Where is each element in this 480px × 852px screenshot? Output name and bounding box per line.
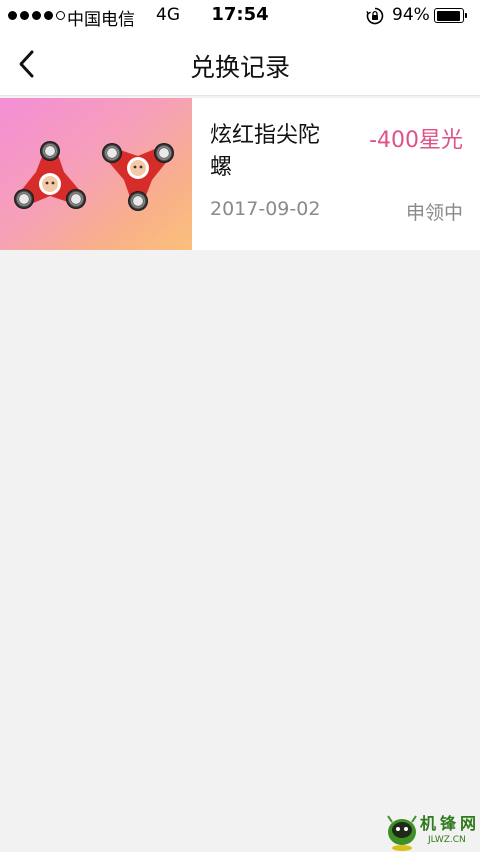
- battery-icon: [434, 8, 468, 23]
- exchange-record-item[interactable]: 炫红指尖陀螺 -400星光 2017-09-02 申领中: [0, 98, 480, 250]
- nav-bar: 兑换记录: [0, 32, 480, 96]
- status-label: 申领中: [405, 202, 463, 224]
- fidget-spinner-image: [0, 98, 192, 250]
- status-bar: 中国电信 4G 17:54 94%: [0, 0, 480, 32]
- watermark-domain: JLWZ.CN: [428, 835, 466, 845]
- points-cost: -400星光: [369, 128, 463, 153]
- rotation-lock-icon: [366, 7, 384, 25]
- battery-percent: 94%: [392, 5, 430, 25]
- android-mascot-icon: [387, 815, 417, 851]
- exchange-date: 2017-09-02: [210, 198, 321, 220]
- page-title: 兑换记录: [189, 53, 290, 82]
- item-name: 炫红指尖陀螺: [210, 123, 321, 180]
- watermark-logo: 机锋网 JLWZ.CN: [384, 808, 480, 852]
- watermark-text: 机锋网: [420, 814, 480, 833]
